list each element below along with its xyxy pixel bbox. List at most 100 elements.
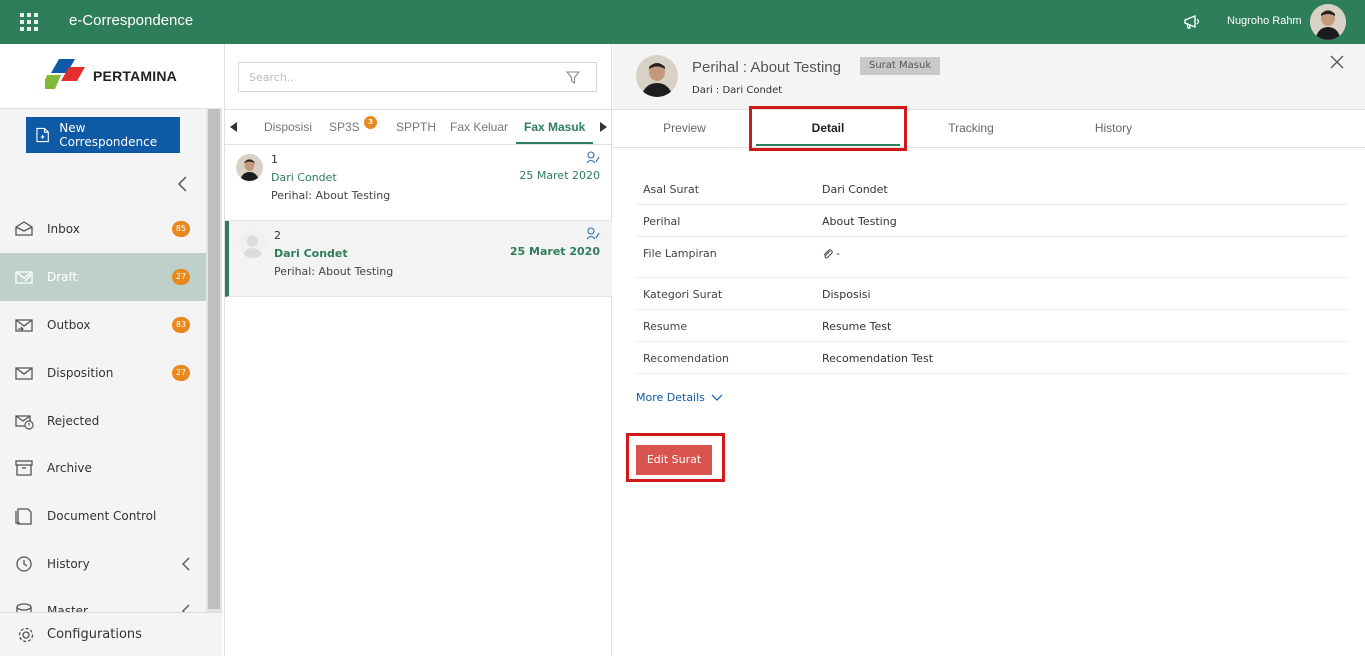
list-item[interactable]: 1 Dari Condet Perihal: About Testing 25 … bbox=[225, 145, 612, 221]
row-label: Perihal bbox=[643, 215, 681, 228]
sidebar-item-label: Master bbox=[47, 604, 88, 612]
row-label: Kategori Surat bbox=[643, 288, 723, 301]
detail-row: Asal Surat Dari Condet bbox=[636, 173, 1348, 205]
row-value: About Testing bbox=[822, 215, 897, 228]
sidebar-item-history[interactable]: History bbox=[0, 540, 206, 588]
tab-tracking[interactable]: Tracking bbox=[900, 110, 1042, 146]
detail-tabs: Preview Detail Tracking History bbox=[613, 110, 1365, 148]
tab-scroll-right-button[interactable] bbox=[594, 110, 612, 144]
configurations-label: Configurations bbox=[47, 627, 142, 642]
sidebar-item-disposition[interactable]: Disposition 27 bbox=[0, 349, 206, 397]
outbox-icon bbox=[15, 319, 33, 332]
chevron-left-icon bbox=[182, 557, 190, 571]
tab-sp3s[interactable]: SP3S bbox=[329, 110, 360, 144]
sidebar-item-label: Outbox bbox=[47, 318, 91, 332]
detail-title: Perihal : About Testing bbox=[692, 59, 841, 76]
apps-grid-icon[interactable] bbox=[20, 13, 38, 31]
count-badge: 27 bbox=[172, 365, 190, 381]
disposition-icon bbox=[15, 367, 33, 380]
tab-scroll-left-button[interactable] bbox=[225, 110, 243, 144]
close-icon[interactable] bbox=[1330, 55, 1344, 69]
signer-icon bbox=[586, 151, 600, 164]
category-tab-bar: Disposisi SP3S 3 SPPTH Fax Keluar Fax Ma… bbox=[225, 109, 613, 145]
row-label: File Lampiran bbox=[643, 247, 717, 260]
count-badge: 27 bbox=[172, 269, 190, 285]
arrow-left-icon bbox=[230, 122, 237, 132]
tab-disposisi[interactable]: Disposisi bbox=[264, 110, 312, 144]
search-input[interactable] bbox=[239, 63, 549, 91]
detail-row: Perihal About Testing bbox=[636, 205, 1348, 237]
document-control-icon bbox=[15, 508, 32, 525]
arrow-right-icon bbox=[600, 122, 607, 132]
detail-row: File Lampiran - bbox=[636, 237, 1348, 278]
logo-area: PERTAMINA bbox=[0, 44, 222, 109]
sidebar-item-outbox[interactable]: Outbox 83 bbox=[0, 301, 206, 349]
gear-icon bbox=[18, 627, 34, 642]
tab-fax-masuk[interactable]: Fax Masuk bbox=[516, 110, 594, 144]
row-value: Recomendation Test bbox=[822, 352, 934, 365]
item-sender: Dari Condet bbox=[271, 171, 337, 184]
configurations-item[interactable]: Configurations bbox=[0, 612, 222, 656]
sidebar-item-label: Inbox bbox=[47, 222, 80, 236]
sidebar-item-label: Draft bbox=[47, 270, 78, 284]
sidebar-item-rejected[interactable]: Rejected bbox=[0, 397, 206, 445]
sidebar-scrollbar[interactable] bbox=[206, 109, 222, 656]
megaphone-icon[interactable] bbox=[1183, 14, 1203, 30]
new-correspondence-button[interactable]: New Correspondence bbox=[26, 117, 180, 153]
row-label: Recomendation bbox=[643, 352, 729, 365]
item-subject: Perihal: About Testing bbox=[274, 265, 394, 278]
chevron-down-icon bbox=[711, 394, 723, 401]
detail-row: Kategori Surat Disposisi bbox=[636, 278, 1348, 310]
signer-icon bbox=[586, 227, 600, 240]
detail-header: Perihal : About Testing Surat Masuk Dari… bbox=[613, 44, 1365, 110]
row-value: Resume Test bbox=[822, 320, 892, 333]
detail-row: Recomendation Recomendation Test bbox=[636, 342, 1348, 374]
edit-surat-button[interactable]: Edit Surat bbox=[636, 445, 712, 475]
item-date: 25 Maret 2020 bbox=[509, 245, 600, 258]
top-bar: e-Correspondence Nugroho Rahm bbox=[0, 0, 1365, 44]
paperclip-icon bbox=[823, 249, 833, 259]
sidebar-item-archive[interactable]: Archive bbox=[0, 444, 206, 492]
new-correspondence-label: New Correspondence bbox=[59, 121, 158, 149]
sidebar-item-document-control[interactable]: Document Control bbox=[0, 492, 206, 540]
sender-avatar bbox=[636, 55, 678, 97]
item-number: 2 bbox=[274, 229, 281, 242]
sidebar-item-inbox[interactable]: Inbox 85 bbox=[0, 205, 206, 253]
item-number: 1 bbox=[271, 153, 278, 166]
draft-icon bbox=[15, 271, 33, 284]
sidebar-item-draft[interactable]: Draft 27 bbox=[0, 253, 206, 301]
row-label: Asal Surat bbox=[643, 183, 700, 196]
status-badge: Surat Masuk bbox=[860, 57, 941, 75]
filter-icon[interactable] bbox=[566, 71, 580, 84]
inbox-icon bbox=[15, 221, 33, 236]
tab-history[interactable]: History bbox=[1042, 110, 1185, 146]
logo-text: PERTAMINA bbox=[93, 68, 177, 84]
tab-fax-keluar[interactable]: Fax Keluar bbox=[450, 110, 508, 144]
tab-sppth[interactable]: SPPTH bbox=[396, 110, 436, 144]
row-label: Resume bbox=[643, 320, 688, 333]
scrollbar-thumb[interactable] bbox=[208, 109, 220, 609]
sidebar-item-master[interactable]: Master bbox=[0, 588, 206, 612]
master-icon bbox=[16, 603, 32, 612]
default-avatar-icon bbox=[239, 231, 266, 258]
pertamina-logo-icon bbox=[45, 59, 85, 89]
list-item[interactable]: 2 Dari Condet Perihal: About Testing 25 … bbox=[225, 221, 612, 297]
more-details-label: More Details bbox=[636, 391, 705, 404]
attachment-value[interactable]: - bbox=[822, 247, 840, 260]
correspondence-list-panel: Disposisi SP3S 3 SPPTH Fax Keluar Fax Ma… bbox=[224, 44, 613, 656]
sidebar-item-label: History bbox=[47, 557, 90, 571]
tab-preview[interactable]: Preview bbox=[613, 110, 756, 146]
sidebar-item-label: Disposition bbox=[47, 366, 114, 380]
chevron-left-icon bbox=[182, 604, 190, 612]
user-name[interactable]: Nugroho Rahm bbox=[1227, 15, 1302, 27]
sidebar-item-label: Rejected bbox=[47, 414, 100, 428]
user-avatar[interactable] bbox=[1310, 4, 1346, 40]
sidebar-item-label: Archive bbox=[47, 461, 92, 475]
tab-detail[interactable]: Detail bbox=[756, 110, 900, 146]
item-sender: Dari Condet bbox=[274, 247, 348, 260]
row-value: Dari Condet bbox=[822, 183, 888, 196]
detail-row: Resume Resume Test bbox=[636, 310, 1348, 342]
more-details-link[interactable]: More Details bbox=[636, 391, 723, 404]
collapse-sidebar-icon[interactable] bbox=[176, 175, 190, 193]
row-value: - bbox=[836, 247, 840, 260]
